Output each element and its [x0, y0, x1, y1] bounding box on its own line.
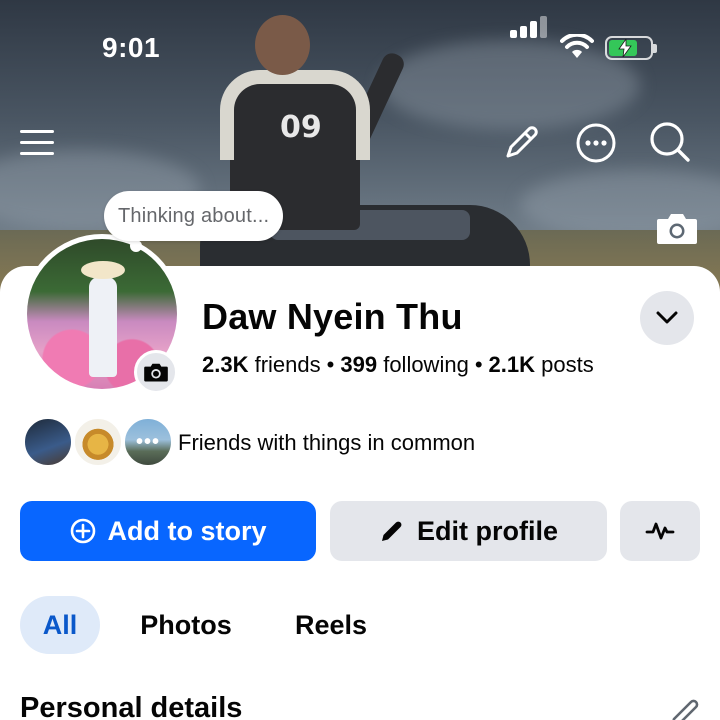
status-bar: 9:01: [0, 0, 720, 96]
thought-bubble[interactable]: Thinking about...: [104, 191, 284, 241]
thought-bubble-tail: [130, 240, 142, 252]
mutual-friend-avatar: [72, 416, 124, 468]
mutual-friend-avatar: •••: [122, 416, 174, 468]
activity-button[interactable]: [620, 501, 700, 561]
posts-count[interactable]: 2.1K: [489, 352, 535, 377]
status-time: 9:01: [102, 32, 161, 63]
avatar-camera-button[interactable]: [134, 350, 178, 394]
posts-label[interactable]: posts: [541, 352, 594, 377]
cover-jersey-number: 09: [280, 110, 322, 145]
following-label[interactable]: following: [383, 352, 469, 377]
add-to-story-button[interactable]: Add to story: [20, 501, 316, 561]
add-to-story-label: Add to story: [107, 515, 267, 546]
edit-profile-button[interactable]: Edit profile: [330, 501, 607, 561]
mutual-friends-avatars[interactable]: •••: [22, 416, 182, 472]
wifi-icon: [560, 34, 594, 58]
tab-reels[interactable]: Reels: [282, 596, 380, 654]
pencil-icon[interactable]: [502, 122, 542, 162]
avatar-figure: [89, 277, 117, 377]
profile-stats: 2.3K friends • 399 following • 2.1K posts: [202, 352, 594, 378]
search-icon[interactable]: [648, 120, 692, 164]
tab-all[interactable]: All: [20, 596, 100, 654]
avatar-hat: [81, 261, 125, 279]
add-circle-icon: [70, 518, 95, 544]
profile-name: Daw Nyein Thu: [202, 296, 463, 337]
pencil-icon: [382, 521, 402, 541]
personal-details-title: Personal details: [20, 692, 243, 720]
mutual-friends-text[interactable]: Friends with things in common: [178, 430, 475, 456]
mutual-friend-avatar: [22, 416, 74, 468]
friends-count[interactable]: 2.3K: [202, 352, 248, 377]
battery-icon: [605, 36, 657, 60]
friends-label[interactable]: friends: [255, 352, 321, 377]
following-count[interactable]: 399: [340, 352, 377, 377]
activity-pulse-icon: [645, 522, 675, 540]
stats-separator: •: [326, 352, 335, 377]
more-icon[interactable]: [575, 122, 617, 164]
camera-icon: [144, 363, 168, 382]
menu-icon[interactable]: [18, 124, 56, 160]
pencil-icon[interactable]: [668, 696, 702, 720]
edit-profile-label: Edit profile: [417, 515, 558, 546]
camera-icon[interactable]: [655, 210, 699, 246]
stats-separator: •: [474, 352, 483, 377]
profile-options-button[interactable]: [640, 291, 694, 345]
tab-photos[interactable]: Photos: [128, 596, 244, 654]
chevron-down-icon: [656, 311, 678, 324]
